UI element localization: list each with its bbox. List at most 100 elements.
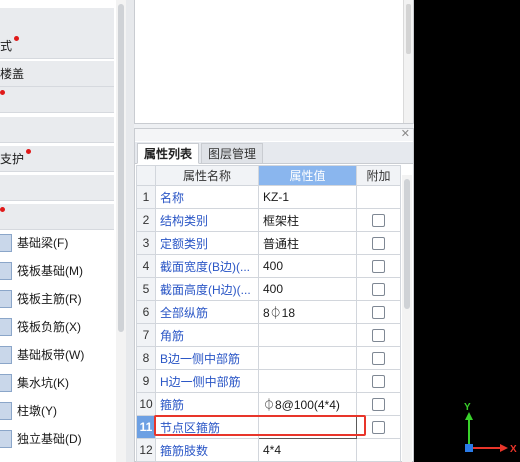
column-header-value: 属性值 (258, 165, 357, 186)
component-item[interactable]: 基础板带(W) (0, 341, 114, 369)
row-number: 10 (136, 392, 156, 416)
panel-divider[interactable] (126, 0, 134, 462)
property-name: H边一侧中部筋 (155, 369, 259, 393)
component-item[interactable]: 基础梁(F) (0, 229, 114, 257)
y-axis-arrow (465, 412, 473, 420)
close-icon[interactable]: ✕ (401, 127, 410, 140)
category-label: 楼盖 (0, 67, 25, 81)
extra-cell (356, 208, 401, 232)
component-item[interactable]: 筏板基础(M) (0, 257, 114, 285)
preview-scrollbar[interactable] (403, 0, 413, 123)
property-row[interactable]: 6 全部纵筋 8⏀18 (136, 300, 401, 324)
property-name: 截面高度(H边)(... (155, 277, 259, 301)
extra-checkbox[interactable] (372, 375, 385, 389)
component-item[interactable]: 柱墩(Y) (0, 397, 114, 425)
property-value-field[interactable]: 400 (258, 254, 357, 278)
component-tree-panel: 式楼盖支护 基础梁(F) 筏板基础(M) 筏板主筋(R) 筏板负筋(X) 基础板带(W)… (0, 0, 126, 462)
property-value-field[interactable]: KZ-1 (258, 185, 357, 209)
component-label: 基础梁(F) (17, 236, 69, 250)
tab-layer-management[interactable]: 图层管理 (201, 143, 264, 164)
preview-scrollbar-thumb[interactable] (406, 4, 411, 54)
category-item[interactable] (0, 204, 114, 230)
footing-icon (0, 430, 12, 448)
component-label: 筏板主筋(R) (17, 292, 82, 306)
property-row[interactable]: 12 箍筋肢数 4*4 (136, 438, 401, 462)
extra-checkbox[interactable] (372, 306, 385, 320)
property-name: B边一侧中部筋 (155, 346, 259, 370)
property-row[interactable]: 2 结构类别 框架柱 (136, 208, 401, 232)
property-value-field[interactable]: 400 (258, 277, 357, 301)
extra-cell (356, 438, 401, 462)
row-number: 11 (136, 415, 156, 439)
left-scrollbar-thumb[interactable] (118, 4, 124, 332)
extra-checkbox[interactable] (372, 260, 385, 274)
column-header-extra: 附加 (356, 165, 401, 186)
extra-checkbox[interactable] (372, 214, 385, 228)
component-item[interactable]: 筏板主筋(R) (0, 285, 114, 313)
row-number: 6 (136, 300, 156, 324)
property-value-field[interactable] (258, 369, 357, 393)
y-axis-label: Y (464, 402, 471, 413)
extra-checkbox[interactable] (372, 283, 385, 297)
extra-cell (356, 323, 401, 347)
property-value-field[interactable] (258, 415, 357, 439)
property-row[interactable]: 7 角筋 (136, 323, 401, 347)
property-row[interactable]: 1 名称 KZ-1 (136, 185, 401, 209)
component-label: 柱墩(Y) (17, 404, 57, 418)
category-item[interactable]: 式 (0, 33, 114, 59)
category-item[interactable] (0, 117, 114, 143)
extra-checkbox[interactable] (372, 237, 385, 251)
component-label: 筏板负筋(X) (17, 320, 81, 334)
property-row[interactable]: 9 H边一侧中部筋 (136, 369, 401, 393)
property-value-field[interactable]: 普通柱 (258, 231, 357, 255)
property-panel-titlebar (135, 129, 413, 141)
component-item[interactable]: 集水坑(K) (0, 369, 114, 397)
tab-property-list[interactable]: 属性列表 (137, 143, 200, 164)
axis-gizmo: Y X (464, 402, 517, 455)
property-row[interactable]: 11 节点区箍筋 (136, 415, 401, 439)
row-number: 2 (136, 208, 156, 232)
category-label: 式 (0, 39, 13, 53)
component-label: 筏板基础(M) (17, 264, 83, 278)
property-name: 箍筋肢数 (155, 438, 259, 462)
component-item[interactable]: 独立基础(D) (0, 425, 114, 453)
extra-checkbox[interactable] (372, 421, 385, 435)
extra-checkbox[interactable] (372, 398, 385, 412)
left-scrollbar[interactable] (116, 0, 126, 462)
property-name: 截面宽度(B边)(... (155, 254, 259, 278)
property-name: 箍筋 (155, 392, 259, 416)
property-row[interactable]: 3 定额类别 普通柱 (136, 231, 401, 255)
category-item[interactable] (0, 8, 114, 34)
category-item[interactable]: 支护 (0, 146, 114, 172)
rebar-icon (0, 290, 12, 308)
row-number: 12 (136, 438, 156, 462)
component-item[interactable]: 筏板负筋(X) (0, 313, 114, 341)
property-row[interactable]: 5 截面高度(H边)(... 400 (136, 277, 401, 301)
row-number: 7 (136, 323, 156, 347)
property-value-field[interactable] (258, 346, 357, 370)
property-scrollbar[interactable] (402, 175, 412, 462)
property-value-field[interactable]: ⏀8@100(4*4) (258, 392, 357, 416)
property-row[interactable]: 8 B边一侧中部筋 (136, 346, 401, 370)
raft-icon (0, 262, 12, 280)
property-value-field[interactable]: 4*4 (258, 438, 357, 462)
row-number: 1 (136, 185, 156, 209)
3d-viewport[interactable]: Y X (414, 0, 520, 462)
property-value-field[interactable]: 框架柱 (258, 208, 357, 232)
z-axis-marker (465, 444, 473, 452)
property-row[interactable]: 4 截面宽度(B边)(... 400 (136, 254, 401, 278)
category-item[interactable]: 楼盖 (0, 61, 114, 87)
category-item[interactable] (0, 87, 114, 113)
property-value-field[interactable]: 8⏀18 (258, 300, 357, 324)
extra-cell (356, 254, 401, 278)
category-item[interactable] (0, 175, 114, 201)
category-label: 支护 (0, 152, 25, 166)
component-label: 集水坑(K) (17, 376, 69, 390)
property-name: 名称 (155, 185, 259, 209)
property-row[interactable]: 10 箍筋 ⏀8@100(4*4) (136, 392, 401, 416)
row-number: 4 (136, 254, 156, 278)
extra-checkbox[interactable] (372, 329, 385, 343)
extra-checkbox[interactable] (372, 352, 385, 366)
property-scrollbar-thumb[interactable] (404, 179, 410, 309)
property-value-field[interactable] (258, 323, 357, 347)
